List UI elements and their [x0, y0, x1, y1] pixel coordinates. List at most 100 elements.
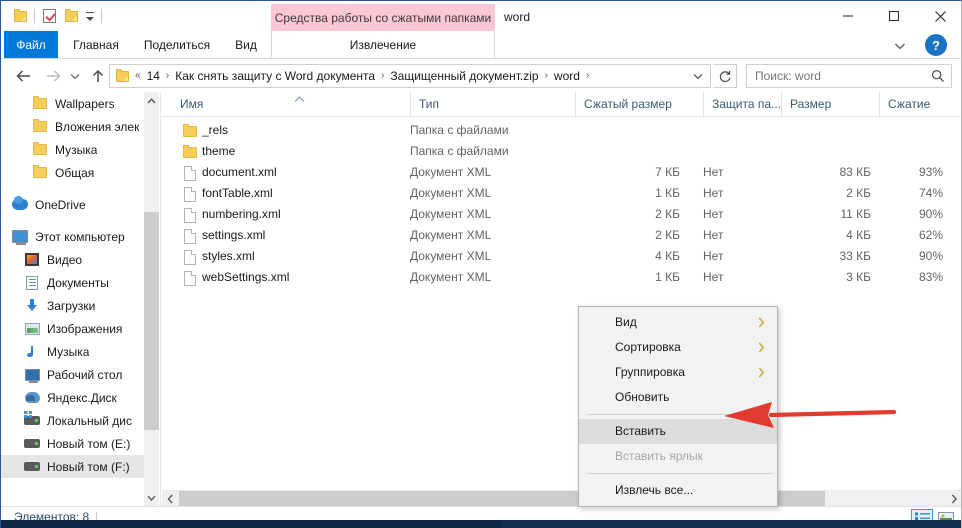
column-header-protected[interactable]: Защита па...: [703, 92, 781, 116]
cell-packed_size: 1 КБ: [575, 267, 680, 288]
sidebar-item-документы[interactable]: Документы: [1, 271, 146, 294]
breadcrumb-sep-1[interactable]: ›: [378, 66, 387, 86]
help-icon[interactable]: ?: [925, 34, 947, 56]
sidebar-item-музыка[interactable]: Музыка: [1, 138, 146, 161]
close-button[interactable]: [917, 1, 962, 31]
forward-button[interactable]: [41, 64, 65, 88]
search-input[interactable]: Поиск: word: [746, 64, 952, 88]
breadcrumb-item-1[interactable]: Как снять защиту с Word документа: [172, 66, 378, 86]
new-folder-icon[interactable]: [9, 5, 31, 27]
sidebar-item-вложения-элек[interactable]: Вложения элек: [1, 115, 146, 138]
cell-protected: Нет: [703, 204, 763, 225]
cell-type: Документ XML: [410, 162, 570, 183]
cell-size: 33 КБ: [781, 246, 871, 267]
tab-share[interactable]: Поделиться: [134, 31, 220, 59]
cell-size: 3 КБ: [781, 267, 871, 288]
address-bar[interactable]: « 14 › Как снять защиту с Word документа…: [109, 64, 711, 88]
column-header-packed_size[interactable]: Сжатый размер: [575, 92, 703, 116]
sidebar-spacer: [1, 184, 146, 193]
sidebar-item-общая[interactable]: Общая: [1, 161, 146, 184]
folder-icon-2[interactable]: [60, 5, 82, 27]
breadcrumb-item-0[interactable]: 14: [144, 66, 163, 86]
file-list-horizontal-scrollbar[interactable]: [162, 490, 962, 506]
xml-file-icon: [182, 187, 198, 202]
breadcrumb-sep-2[interactable]: ›: [542, 66, 551, 86]
sidebar-item-яндекс-диск[interactable]: Яндекс.Диск: [1, 386, 146, 409]
context-menu-item-извлечь-все[interactable]: Извлечь все...: [579, 478, 777, 503]
tab-extract[interactable]: Извлечение: [271, 31, 495, 59]
sidebar-scrollbar[interactable]: [144, 92, 159, 506]
scroll-left-icon[interactable]: [162, 491, 179, 506]
sidebar-item-label: Музыка: [55, 143, 97, 157]
context-menu-item-вставить[interactable]: Вставить: [579, 419, 777, 444]
chevron-down-icon-address[interactable]: [688, 65, 708, 87]
cell-packed_size: [575, 141, 680, 162]
sidebar-item-этот-компьютер[interactable]: Этот компьютер: [1, 225, 146, 248]
title-bar: Средства работы со сжатыми папками word: [1, 1, 962, 31]
minimize-button[interactable]: [825, 1, 871, 31]
maximize-button[interactable]: [871, 1, 917, 31]
column-header-ratio[interactable]: Сжатие: [879, 92, 962, 116]
sidebar-item-wallpapers[interactable]: Wallpapers: [1, 92, 146, 115]
breadcrumb-sep-3[interactable]: ›: [583, 66, 592, 86]
table-row[interactable]: styles.xmlДокумент XML4 КБНет33 КБ90%: [162, 246, 962, 267]
table-row[interactable]: numbering.xmlДокумент XML2 КБНет11 КБ90%: [162, 204, 962, 225]
sidebar-item-загрузки[interactable]: Загрузки: [1, 294, 146, 317]
tab-file[interactable]: Файл: [4, 31, 58, 59]
cell-name: settings.xml: [202, 225, 402, 246]
context-menu-item-обновить[interactable]: Обновить: [579, 385, 777, 410]
cell-ratio: 74%: [879, 183, 943, 204]
sidebar-item-изображения[interactable]: Изображения: [1, 317, 146, 340]
cell-packed_size: 4 КБ: [575, 246, 680, 267]
cell-type: Документ XML: [410, 267, 570, 288]
context-menu-item-вид[interactable]: Вид: [579, 310, 777, 335]
table-row[interactable]: webSettings.xmlДокумент XML1 КБНет3 КБ83…: [162, 267, 962, 288]
tab-home[interactable]: Главная: [62, 31, 130, 59]
downloads-icon: [23, 298, 41, 314]
up-button[interactable]: [86, 64, 110, 88]
navigation-tree: WallpapersВложения элек Музыка Общая OneDri…: [1, 92, 146, 478]
scroll-up-icon[interactable]: [144, 92, 159, 109]
table-row[interactable]: document.xmlДокумент XML7 КБНет83 КБ93%: [162, 162, 962, 183]
sidebar-item-музыка[interactable]: Музыка: [1, 340, 146, 363]
column-header-name[interactable]: Имя: [162, 92, 410, 116]
cell-packed_size: 1 КБ: [575, 183, 680, 204]
sidebar-scrollbar-thumb[interactable]: [144, 212, 159, 430]
column-header-size[interactable]: Размер: [781, 92, 879, 116]
sidebar-item-новый-том-f-[interactable]: Новый том (F:): [1, 455, 146, 478]
scroll-right-icon[interactable]: [946, 491, 962, 506]
sidebar-item-label: Документы: [47, 276, 109, 290]
scroll-down-icon[interactable]: [144, 489, 159, 506]
sidebar-item-видео[interactable]: Видео: [1, 248, 146, 271]
context-menu-item-label: Обновить: [615, 390, 669, 404]
chevron-down-icon-ribbon[interactable]: [891, 37, 909, 55]
back-button[interactable]: [11, 64, 35, 88]
breadcrumb-item-2[interactable]: Защищенный документ.zip: [387, 66, 541, 86]
sidebar-item-onedrive[interactable]: OneDrive: [1, 193, 146, 216]
table-row[interactable]: _relsПапка с файлами: [162, 120, 962, 141]
breadcrumb-item-3[interactable]: word: [551, 66, 583, 86]
cell-type: Документ XML: [410, 225, 570, 246]
recent-locations-button[interactable]: [67, 64, 83, 88]
refresh-icon[interactable]: [713, 64, 737, 88]
column-header-row: ИмяТипСжатый размерЗащита па...РазмерСжа…: [162, 92, 962, 117]
sidebar-item-новый-том-e-[interactable]: Новый том (E:): [1, 432, 146, 455]
tab-view[interactable]: Вид: [224, 31, 268, 59]
chevron-down-icon[interactable]: [82, 6, 98, 26]
sidebar-item-локальный-дис[interactable]: Локальный дис: [1, 409, 146, 432]
search-icon[interactable]: [929, 69, 947, 83]
context-menu-item-сортировка[interactable]: Сортировка: [579, 335, 777, 360]
context-menu: ВидСортировкаГруппировка Обновить Вставить…: [578, 306, 778, 507]
context-menu-separator: [587, 473, 773, 474]
properties-icon[interactable]: [38, 5, 60, 27]
table-row[interactable]: settings.xmlДокумент XML2 КБНет4 КБ62%: [162, 225, 962, 246]
table-row[interactable]: themeПапка с файлами: [162, 141, 962, 162]
table-row[interactable]: fontTable.xmlДокумент XML1 КБНет2 КБ74%: [162, 183, 962, 204]
sidebar-spacer: [1, 216, 146, 225]
sidebar-item-рабочий-стол[interactable]: Рабочий стол: [1, 363, 146, 386]
column-header-type[interactable]: Тип: [410, 92, 575, 116]
local-disk-icon: [23, 413, 41, 429]
breadcrumb-sep-0[interactable]: ›: [163, 66, 172, 86]
onedrive-icon: [11, 197, 29, 213]
context-menu-item-группировка[interactable]: Группировка: [579, 360, 777, 385]
